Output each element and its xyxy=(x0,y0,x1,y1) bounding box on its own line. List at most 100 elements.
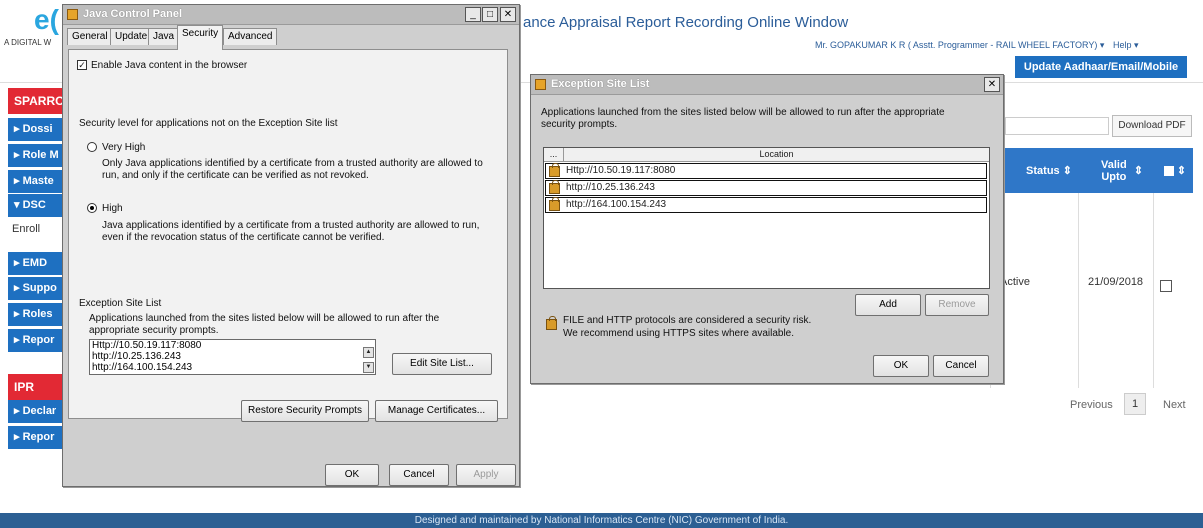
tab-update[interactable]: Update xyxy=(110,28,153,45)
esl-titlebar[interactable]: Exception Site List ✕ xyxy=(531,75,1003,95)
list-item: Http://10.50.19.117:8080 xyxy=(92,340,202,351)
unsecure-lock-icon xyxy=(549,163,560,177)
security-warning-line-1: FILE and HTTP protocols are considered a… xyxy=(563,315,812,326)
cancel-button[interactable]: Cancel xyxy=(389,464,449,486)
site-url: http://10.25.136.243 xyxy=(566,182,655,193)
esl-title: Exception Site List xyxy=(551,78,650,90)
sidebar-item-dossier[interactable]: ▸ Dossi xyxy=(8,118,68,141)
high-description: Java applications identified by a certif… xyxy=(102,220,480,243)
site-logo: e( xyxy=(34,4,59,35)
very-high-label: Very High xyxy=(102,142,146,153)
enable-java-label: Enable Java content in the browser xyxy=(91,60,248,71)
table-row[interactable]: Http://10.50.19.117:8080 xyxy=(545,163,987,179)
table-search-input[interactable] xyxy=(1005,117,1109,135)
list-item: http://164.100.154.243 xyxy=(92,362,193,373)
close-icon[interactable]: ✕ xyxy=(984,77,1000,92)
esl-description: Applications launched from the sites lis… xyxy=(541,107,945,130)
table-row[interactable]: http://164.100.154.243 xyxy=(545,197,987,213)
sidebar-item-ipr-reports[interactable]: ▸ Repor xyxy=(8,426,68,449)
scroll-up-icon[interactable]: ▲ xyxy=(363,347,374,358)
maximize-icon[interactable]: □ xyxy=(482,7,498,22)
tab-advanced[interactable]: Advanced xyxy=(223,28,278,45)
unsecure-lock-icon xyxy=(549,197,560,211)
user-name: Mr. GOPAKUMAR K R ( Asstt. Programmer - … xyxy=(815,40,1098,50)
scroll-down-icon[interactable]: ▼ xyxy=(363,362,374,373)
sidebar-item-dsc[interactable]: ▾ DSC xyxy=(8,194,68,217)
jcp-titlebar[interactable]: Java Control Panel _ □ ✕ xyxy=(63,5,519,25)
exception-site-list-dialog: Exception Site List ✕ Applications launc… xyxy=(530,74,1004,384)
sidebar-section-sparrow[interactable]: SPARRO xyxy=(8,88,68,114)
sidebar-subitem-enroll[interactable]: Enroll xyxy=(8,218,68,240)
close-icon[interactable]: ✕ xyxy=(500,7,516,22)
apply-button[interactable]: Apply xyxy=(456,464,516,486)
user-info[interactable]: Mr. GOPAKUMAR K R ( Asstt. Programmer - … xyxy=(815,40,1138,51)
download-pdf-button[interactable]: Download PDF xyxy=(1112,115,1192,137)
remove-button[interactable]: Remove xyxy=(925,294,989,316)
exception-site-list-heading: Exception Site List xyxy=(79,298,162,309)
cancel-button[interactable]: Cancel xyxy=(933,355,989,377)
column-divider xyxy=(1153,193,1154,388)
column-header-status[interactable]: Status ⇕ xyxy=(1018,148,1080,193)
java-icon xyxy=(535,79,546,90)
sidebar-item-role[interactable]: ▸ Role M xyxy=(8,144,68,167)
help-menu[interactable]: Help ▾ xyxy=(1113,40,1139,50)
tab-java[interactable]: Java xyxy=(148,28,180,45)
column-header-location[interactable]: Location xyxy=(564,148,989,162)
column-divider xyxy=(1078,193,1079,388)
column-header-valid-upto[interactable]: Valid Upto ⇕ xyxy=(1086,148,1154,193)
exception-site-list-description: Applications launched from the sites lis… xyxy=(89,313,440,336)
site-url: Http://10.50.19.117:8080 xyxy=(566,165,676,176)
table-header: ⇕ Status ⇕ Valid Upto ⇕ ⇕ xyxy=(990,148,1193,193)
sidebar-item-support[interactable]: ▸ Suppo xyxy=(8,277,68,300)
row-valid-upto: 21/09/2018 xyxy=(1088,276,1144,288)
ok-button[interactable]: OK xyxy=(325,464,379,486)
sidebar-section-ipr[interactable]: IPR xyxy=(8,374,68,400)
unsecure-lock-icon xyxy=(549,180,560,194)
user-menu-caret-icon[interactable]: ▾ xyxy=(1100,40,1105,50)
sort-icon: ⇕ xyxy=(1133,165,1144,177)
add-button[interactable]: Add xyxy=(855,294,921,316)
column-header-index[interactable]: ... xyxy=(544,148,564,162)
site-table[interactable]: ... Location Http://10.50.19.117:8080 ht… xyxy=(543,147,990,289)
pager-previous[interactable]: Previous xyxy=(1070,395,1113,415)
logo-tagline: A DIGITAL W xyxy=(4,38,52,47)
column-header-status-label: Status xyxy=(1026,164,1060,177)
pager-current-page[interactable]: 1 xyxy=(1124,393,1146,415)
high-radio[interactable] xyxy=(87,203,97,213)
high-label: High xyxy=(102,203,123,214)
select-all-checkbox[interactable]: ⇕ xyxy=(1158,148,1192,193)
java-control-panel-window: Java Control Panel _ □ ✕ General Update … xyxy=(62,4,520,487)
jcp-title: Java Control Panel xyxy=(83,8,183,20)
warning-lock-icon xyxy=(546,316,557,330)
ok-button[interactable]: OK xyxy=(873,355,929,377)
row-status: Active xyxy=(1000,276,1030,288)
security-level-heading: Security level for applications not on t… xyxy=(79,118,338,129)
exception-site-listbox[interactable]: Http://10.50.19.117:8080 http://10.25.13… xyxy=(89,339,376,375)
pager-next[interactable]: Next xyxy=(1163,395,1186,415)
sort-icon: ⇕ xyxy=(1176,165,1187,177)
very-high-radio[interactable] xyxy=(87,142,97,152)
tab-security[interactable]: Security xyxy=(177,25,224,50)
update-aadhaar-button[interactable]: Update Aadhaar/Email/Mobile xyxy=(1015,56,1187,78)
row-checkbox[interactable] xyxy=(1160,280,1172,292)
sidebar-item-declaration[interactable]: ▸ Declar xyxy=(8,400,68,423)
restore-security-prompts-button[interactable]: Restore Security Prompts xyxy=(241,400,369,422)
sidebar-item-roles[interactable]: ▸ Roles xyxy=(8,303,68,326)
very-high-description: Only Java applications identified by a c… xyxy=(102,158,483,181)
edit-site-list-button[interactable]: Edit Site List... xyxy=(392,353,492,375)
site-url: http://164.100.154.243 xyxy=(566,199,667,210)
manage-certificates-button[interactable]: Manage Certificates... xyxy=(375,400,498,422)
table-row[interactable]: http://10.25.136.243 xyxy=(545,180,987,196)
column-header-valid-label: Valid Upto xyxy=(1101,158,1127,183)
sidebar-item-reports[interactable]: ▸ Repor xyxy=(8,329,68,352)
sidebar-item-master[interactable]: ▸ Maste xyxy=(8,170,68,193)
java-icon xyxy=(67,9,78,20)
page-title: ance Appraisal Report Recording Online W… xyxy=(523,14,849,31)
security-tab-panel: ✓ Enable Java content in the browser Sec… xyxy=(68,49,508,422)
security-warning-line-2: We recommend using HTTPS sites where ava… xyxy=(563,328,795,339)
list-item: http://10.25.136.243 xyxy=(92,351,181,362)
enable-java-checkbox[interactable]: ✓ xyxy=(77,60,87,70)
sidebar-item-emd[interactable]: ▸ EMD xyxy=(8,252,68,275)
minimize-icon[interactable]: _ xyxy=(465,7,481,22)
tab-general[interactable]: General xyxy=(67,28,113,45)
